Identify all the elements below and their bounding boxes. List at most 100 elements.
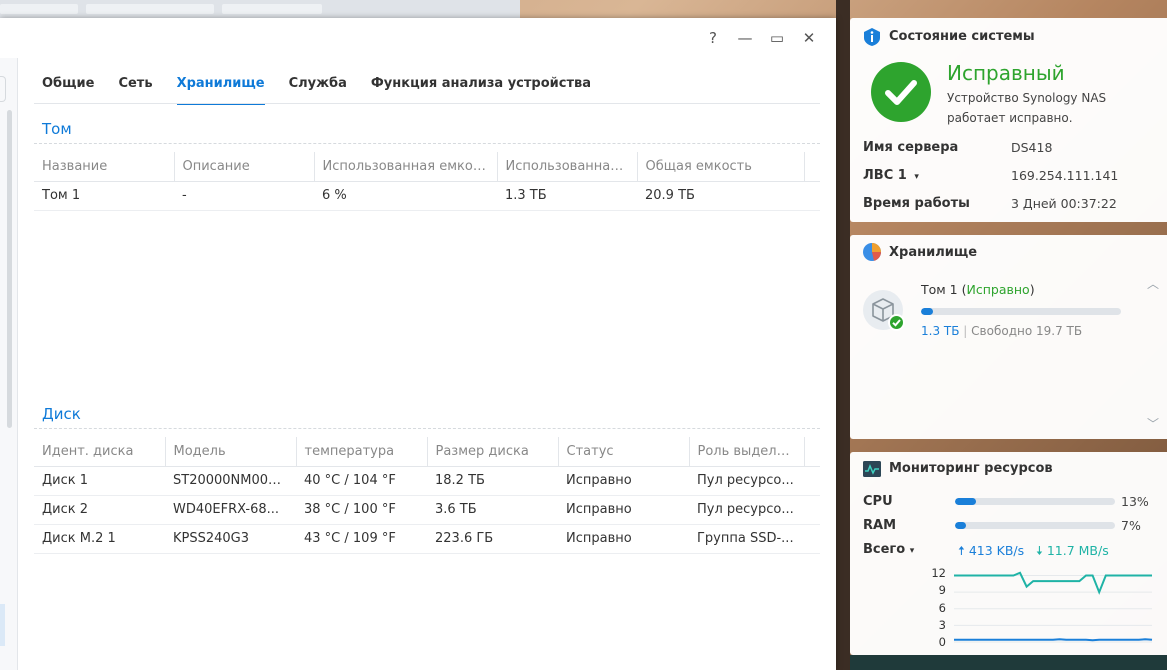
- disk-id-cell: Диск 2: [34, 495, 165, 525]
- volume-status: Исправно: [966, 282, 1030, 297]
- storage-pie-icon: [863, 243, 882, 261]
- server-name-label: Имя сервера: [863, 140, 959, 155]
- table-row[interactable]: Диск 2 WD40EFRX-68... 38 °C / 100 °F 3.6…: [34, 495, 820, 525]
- left-sidebar-edge: [0, 58, 18, 670]
- download-arrow-icon: 🠇: [1036, 543, 1043, 558]
- cpu-percent: 13%: [1121, 494, 1149, 509]
- resource-monitor-icon: [863, 461, 881, 477]
- network-chart: [954, 571, 1153, 643]
- row-filler: [804, 524, 820, 554]
- column-header[interactable]: температура: [296, 437, 428, 467]
- ram-bar: [955, 522, 1115, 529]
- tab-divider: [34, 103, 820, 104]
- sidebar-selected-item-edge[interactable]: [0, 604, 5, 646]
- volume-free: Свободно 19.7 ТБ: [971, 324, 1083, 338]
- table-row[interactable]: Диск 1 ST20000NM007... 40 °C / 104 °F 18…: [34, 466, 820, 496]
- health-ok-icon: [871, 62, 931, 122]
- disk-status-cell: Исправно: [558, 495, 689, 525]
- disk-size-cell: 3.6 ТБ: [427, 495, 558, 525]
- section-divider: [34, 143, 820, 144]
- disk-size-cell: 18.2 ТБ: [427, 466, 558, 496]
- row-filler: [804, 466, 820, 496]
- disk-section-title: Диск: [42, 405, 81, 423]
- volume-used-pct-cell: 6 %: [314, 181, 497, 211]
- volume-table-header: Название Описание Использованная емкос..…: [34, 152, 820, 182]
- storage-widget: Хранилище Том 1 (Исправно) 1.3 ТБ | Своб…: [850, 235, 1167, 439]
- network-total-selector[interactable]: Всего ▾: [863, 542, 914, 557]
- caret-down-icon: ▾: [914, 172, 919, 182]
- volume-section-title: Том: [42, 120, 72, 138]
- cpu-bar-fill: [955, 498, 976, 505]
- close-button[interactable]: ✕: [800, 28, 818, 48]
- maximize-button[interactable]: ▭: [768, 28, 786, 48]
- sidebar-search-edge[interactable]: [0, 76, 6, 102]
- ram-bar-fill: [955, 522, 967, 529]
- caret-down-icon: ▾: [909, 546, 915, 556]
- health-status: Исправный: [947, 61, 1065, 85]
- download-rate: 🠇 11.7 MB/s: [1036, 542, 1109, 563]
- column-header[interactable]: Статус: [558, 437, 690, 467]
- y-tick-label: 6: [938, 601, 946, 615]
- tab-network[interactable]: Сеть: [118, 76, 152, 105]
- system-health-widget: Состояние системы Исправный Устройство S…: [850, 18, 1167, 222]
- disk-id-cell: Диск 1: [34, 466, 165, 496]
- disk-model-cell: ST20000NM007...: [165, 466, 296, 496]
- y-tick-label: 9: [938, 583, 946, 597]
- y-tick-label: 0: [938, 635, 946, 649]
- disk-temp-cell: 43 °C / 109 °F: [296, 524, 427, 554]
- ram-label: RAM: [863, 518, 897, 533]
- volume-usage-text: 1.3 ТБ | Свободно 19.7 ТБ: [921, 324, 1082, 338]
- volume-usage-fill: [921, 308, 933, 315]
- window-controls: ? — ▭ ✕: [704, 28, 818, 48]
- download-value: 11.7 MB/s: [1046, 543, 1109, 558]
- tab-storage[interactable]: Хранилище: [176, 76, 265, 105]
- table-row[interactable]: Диск M.2 1 KPSS240G3 43 °C / 109 °F 223.…: [34, 524, 820, 554]
- upload-value: 413 KB/s: [968, 543, 1025, 558]
- row-filler: [804, 181, 820, 211]
- upload-series-line: [954, 638, 1153, 642]
- scroll-up-icon[interactable]: ︿: [1147, 275, 1159, 292]
- volume-table: Название Описание Использованная емкос..…: [34, 152, 820, 211]
- tab-general[interactable]: Общие: [42, 76, 94, 105]
- disk-table-header: Идент. диска Модель температура Размер д…: [34, 437, 820, 467]
- column-header-filler: [804, 152, 820, 182]
- column-header[interactable]: Общая емкость: [637, 152, 805, 182]
- column-header[interactable]: Модель: [165, 437, 297, 467]
- column-header[interactable]: Использованная емкос...: [314, 152, 498, 182]
- health-description: Устройство Synology NAS работает исправн…: [947, 91, 1107, 125]
- column-header[interactable]: Название: [34, 152, 175, 182]
- sidebar-scrollbar[interactable]: [7, 110, 12, 428]
- resource-monitor-title: Мониторинг ресурсов: [889, 461, 1053, 476]
- column-header[interactable]: Использованная...: [497, 152, 638, 182]
- disk-status-cell: Исправно: [558, 466, 689, 496]
- disk-temp-cell: 38 °C / 100 °F: [296, 495, 427, 525]
- disk-model-cell: WD40EFRX-68...: [165, 495, 296, 525]
- uptime-value: 3 Дней 00:37:22: [1011, 196, 1117, 211]
- volume-line[interactable]: Том 1 (Исправно): [921, 282, 1035, 297]
- help-button[interactable]: ?: [704, 28, 722, 48]
- volume-name-cell: Том 1: [34, 181, 174, 211]
- column-header[interactable]: Роль выделе...: [689, 437, 805, 467]
- cpu-bar: [955, 498, 1115, 505]
- tab-service[interactable]: Служба: [289, 76, 347, 105]
- minimize-button[interactable]: —: [736, 28, 754, 48]
- column-header-filler: [804, 437, 820, 467]
- disk-role-cell: Группа SSD-...: [689, 524, 804, 554]
- disk-temp-cell: 40 °C / 104 °F: [296, 466, 427, 496]
- lan-selector[interactable]: ЛВС 1 ▾: [863, 168, 919, 183]
- column-header[interactable]: Описание: [174, 152, 315, 182]
- tab-device-analysis[interactable]: Функция анализа устройства: [371, 76, 591, 105]
- section-divider: [34, 428, 820, 429]
- upload-rate: 🠅 413 KB/s: [958, 542, 1024, 563]
- volume-total-cell: 20.9 ТБ: [637, 181, 804, 211]
- info-center-window: ? — ▭ ✕ Общие Сеть Хранилище Служба Функ…: [0, 18, 836, 670]
- column-header[interactable]: Размер диска: [427, 437, 559, 467]
- volume-used: 1.3 ТБ: [921, 324, 960, 338]
- disk-role-cell: Пул ресурсо...: [689, 495, 804, 525]
- volume-used-cell: 1.3 ТБ: [497, 181, 637, 211]
- column-header[interactable]: Идент. диска: [34, 437, 166, 467]
- cpu-label: CPU: [863, 494, 893, 509]
- tab-bar: Общие Сеть Хранилище Служба Функция анал…: [42, 76, 591, 105]
- scroll-down-icon[interactable]: ﹀: [1147, 415, 1159, 432]
- table-row[interactable]: Том 1 - 6 % 1.3 ТБ 20.9 ТБ: [34, 181, 820, 211]
